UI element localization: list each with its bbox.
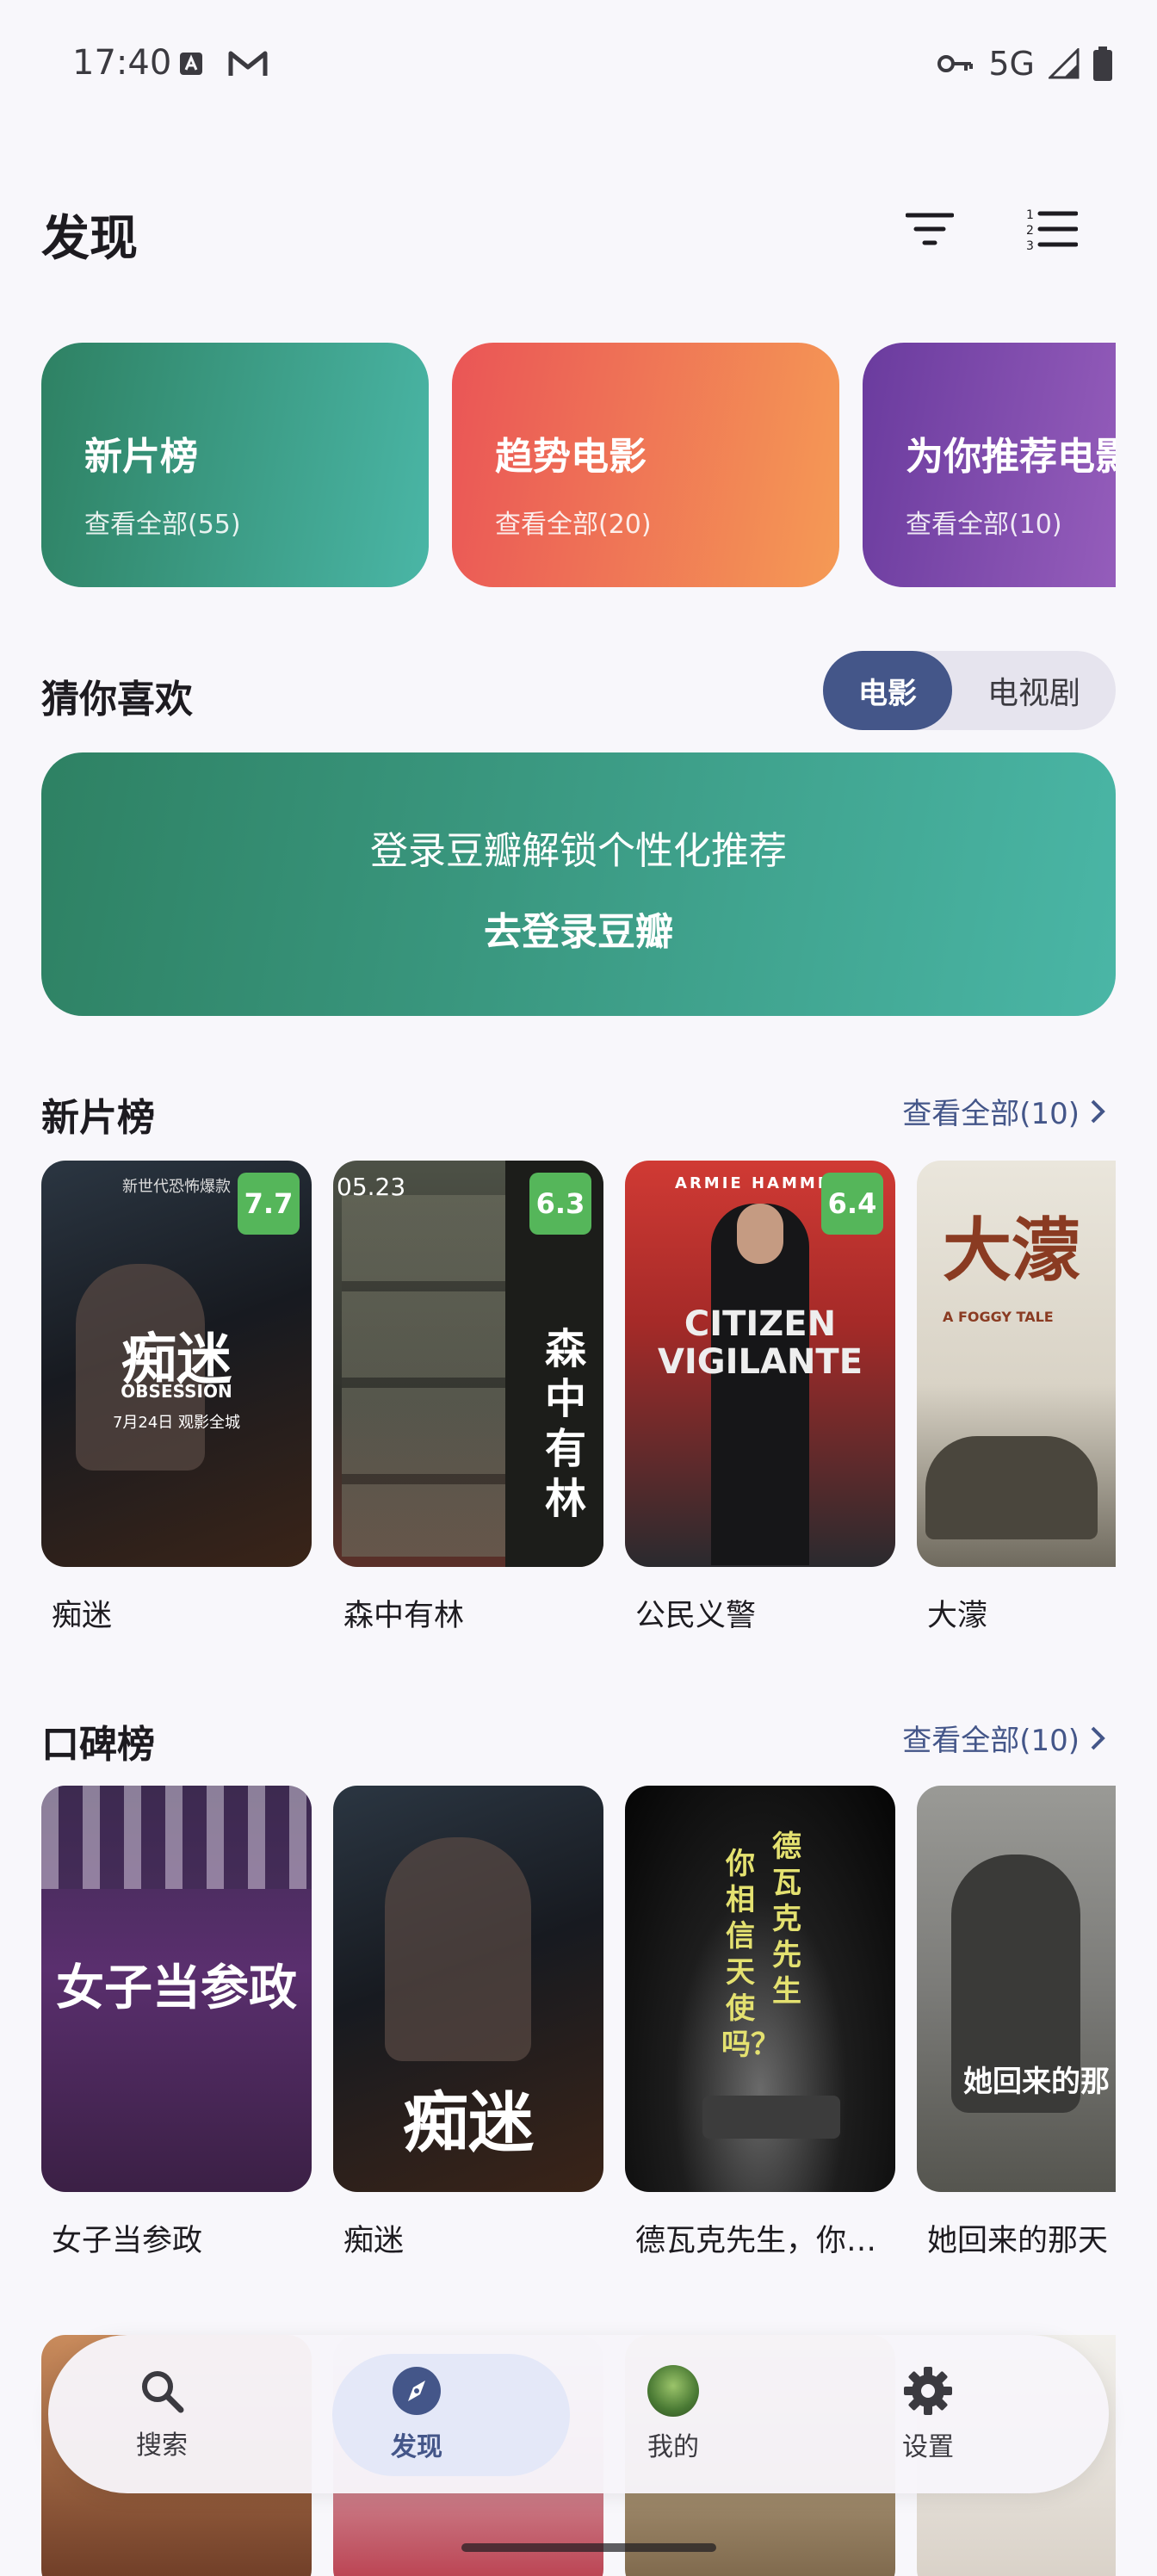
- movie-title: 痴迷: [52, 1599, 113, 1633]
- new-movies-list: 新世代恐怖爆款 痴迷 OBSESSION 7月24日 观影全城 7.7 痴迷 0…: [41, 1161, 1116, 1677]
- nav-discover[interactable]: 发现: [313, 2335, 520, 2493]
- new-movies-title: 新片榜: [41, 1096, 155, 1140]
- movie-title: 痴迷: [343, 2224, 405, 2258]
- toggle-movie[interactable]: 电影: [823, 651, 952, 730]
- rating-badge: 7.7: [238, 1173, 300, 1235]
- nav-label: 搜索: [136, 2430, 188, 2461]
- nav-label: 设置: [902, 2432, 954, 2462]
- svg-text:1: 1: [1026, 208, 1034, 222]
- poster-figure: [342, 1195, 505, 1557]
- nav-label: 发现: [391, 2432, 442, 2462]
- search-icon: [142, 2371, 184, 2413]
- filter-icon: [906, 213, 954, 245]
- category-card-new[interactable]: 新片榜 查看全部(55): [41, 343, 429, 587]
- signal-icon: [1049, 48, 1080, 79]
- movie-card[interactable]: 你相信天使吗？ 德瓦克先生: [625, 1786, 895, 2192]
- svg-text:3: 3: [1026, 239, 1034, 251]
- movie-title: 公民义警: [635, 1599, 757, 1633]
- poster-title-art: 女子当参政: [56, 1960, 297, 2016]
- filter-button[interactable]: [895, 195, 964, 263]
- category-subtitle: 查看全部(10): [906, 510, 1062, 540]
- battery-icon: [1093, 46, 1112, 81]
- see-all-label: 查看全部(10): [902, 1724, 1080, 1758]
- gear-icon: [904, 2367, 952, 2415]
- movie-card[interactable]: ARMIE HAMMER CITIZEN VIGILANTE 6.4: [625, 1161, 895, 1567]
- status-time: 17:40: [72, 43, 172, 83]
- category-subtitle: 查看全部(55): [84, 510, 241, 540]
- category-subtitle: 查看全部(20): [495, 510, 652, 540]
- svg-text:2: 2: [1026, 224, 1034, 238]
- category-title: 为你推荐电影: [906, 435, 1116, 479]
- reputation-list: 女子当参政 女子当参政 痴迷 痴迷 你相信天使吗？ 德瓦克先生 德瓦克先生，你相…: [41, 1786, 1116, 2302]
- movie-title: 女子当参政: [52, 2224, 203, 2258]
- category-card-recommended[interactable]: 为你推荐电影 查看全部(10): [863, 343, 1116, 587]
- movie-card[interactable]: 她回来的那: [917, 1786, 1116, 2192]
- status-icons: 5G: [937, 45, 1112, 83]
- poster-title-art: CITIZEN VIGILANTE: [657, 1304, 863, 1382]
- poster-subtitle: OBSESSION: [121, 1381, 232, 1402]
- category-cards: 新片榜 查看全部(55) 趋势电影 查看全部(20) 为你推荐电影 查看全部(1…: [41, 343, 1116, 589]
- poster-figure: [41, 1786, 312, 1889]
- nav-mine[interactable]: 我的: [570, 2335, 776, 2493]
- new-movies-see-all[interactable]: 查看全部(10): [902, 1090, 1105, 1132]
- chevron-right-icon: [1091, 1726, 1105, 1749]
- douban-login-card[interactable]: 登录豆瓣解锁个性化推荐 去登录豆瓣: [41, 752, 1116, 1016]
- poster-date: 05.23: [337, 1173, 406, 1201]
- poster-date: 7月24日 观影全城: [112, 1414, 241, 1432]
- poster-title-art-2: 德瓦克先生: [772, 1830, 801, 2009]
- poster-subtitle: A FOGGY TALE: [943, 1309, 1054, 1325]
- login-douban-button[interactable]: 去登录豆瓣: [41, 901, 1116, 956]
- login-prompt: 登录豆瓣解锁个性化推荐: [370, 829, 787, 873]
- nav-label: 我的: [647, 2432, 699, 2462]
- compass-icon: [393, 2367, 441, 2415]
- home-indicator[interactable]: [461, 2543, 716, 2552]
- content-type-toggle: 电影 电视剧: [823, 651, 1116, 730]
- category-title: 新片榜: [84, 435, 198, 479]
- movie-card[interactable]: 大濛 A FOGGY TALE: [917, 1161, 1116, 1567]
- network-type: 5G: [988, 45, 1035, 83]
- guess-section-title: 猜你喜欢: [41, 678, 193, 721]
- poster-title-art: 你相信天使吗？: [721, 1847, 780, 2062]
- poster-title-art: 大濛: [943, 1211, 1080, 1291]
- poster-title-art: 痴迷: [403, 2084, 534, 2161]
- nav-tabs: 搜索 发现 我的 设置: [48, 2335, 1109, 2493]
- rating-badge: 6.4: [821, 1173, 883, 1235]
- poster-figure: [925, 1436, 1098, 1539]
- nav-search[interactable]: 搜索: [59, 2335, 265, 2493]
- movie-title: 大濛: [927, 1599, 988, 1633]
- vpn-key-icon: [937, 55, 974, 72]
- movie-title: 德瓦克先生，你相信天使吗？: [635, 2224, 900, 2258]
- poster-figure: [702, 2096, 840, 2139]
- reputation-title: 口碑榜: [41, 1723, 155, 1767]
- movie-card[interactable]: 05.23 森中有林 6.3: [333, 1161, 603, 1567]
- movie-card[interactable]: 新世代恐怖爆款 痴迷 OBSESSION 7月24日 观影全城 7.7: [41, 1161, 312, 1567]
- movie-title: 森中有林: [343, 1599, 465, 1633]
- rating-badge: 6.3: [529, 1173, 591, 1235]
- numbered-list-icon: 1 2 3: [1026, 208, 1078, 251]
- nav-settings[interactable]: 设置: [825, 2335, 1031, 2493]
- movie-card[interactable]: 女子当参政: [41, 1786, 312, 2192]
- page-title: 发现: [41, 211, 138, 267]
- category-card-trending[interactable]: 趋势电影 查看全部(20): [452, 343, 839, 587]
- poster-title-art: 她回来的那: [963, 2065, 1110, 2099]
- toggle-tv[interactable]: 电视剧: [952, 651, 1116, 730]
- poster-title-art: 森中有林: [544, 1325, 586, 1523]
- category-title: 趋势电影: [495, 435, 647, 479]
- movie-card[interactable]: 痴迷: [333, 1786, 603, 2192]
- movie-title: 她回来的那天: [927, 2224, 1109, 2258]
- see-all-label: 查看全部(10): [902, 1097, 1080, 1131]
- poster-figure: [737, 1204, 783, 1264]
- poster-figure: [385, 1837, 531, 2061]
- ranked-list-button[interactable]: 1 2 3: [1018, 195, 1086, 263]
- text-input-notification-icon: [180, 53, 202, 75]
- reputation-see-all[interactable]: 查看全部(10): [902, 1717, 1105, 1759]
- avatar-icon: [647, 2365, 699, 2417]
- chevron-right-icon: [1091, 1099, 1105, 1123]
- gmail-notification-icon: [228, 51, 268, 76]
